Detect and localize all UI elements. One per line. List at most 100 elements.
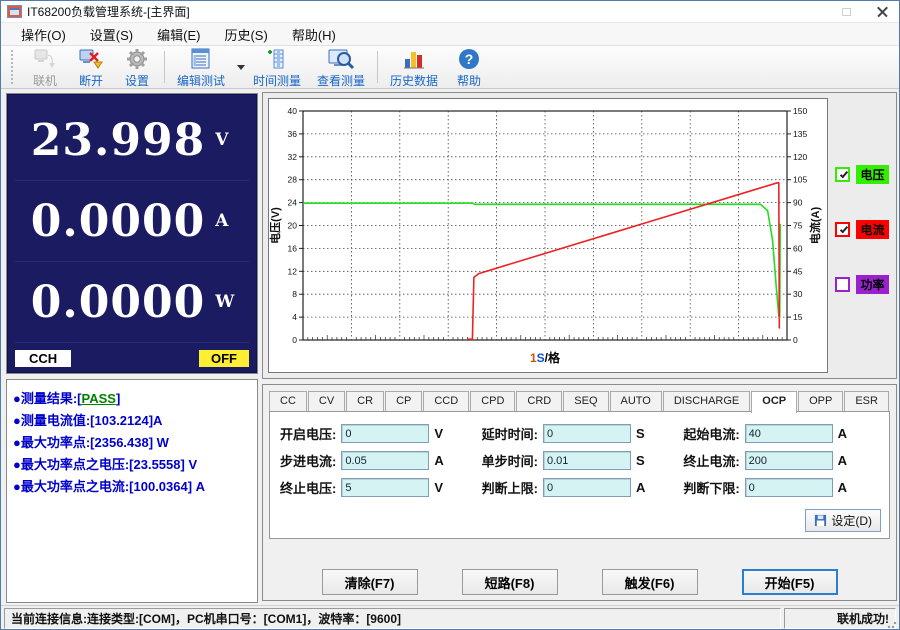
edit-test-icon	[188, 47, 214, 71]
toolbar-label: 编辑测试	[177, 72, 225, 89]
field-input-3[interactable]	[341, 451, 429, 470]
test-settings-panel: CCCVCRCPCCDCPDCRDSEQAUTODISCHARGEOCPOPPE…	[262, 384, 897, 601]
measurement-display: 23.998 V 0.0000 A 0.0000 W CCH OFF	[6, 93, 258, 374]
toolbar-label: 联机	[33, 72, 57, 89]
legend-label: 电压	[856, 165, 888, 184]
tab-opp[interactable]: OPP	[798, 391, 843, 412]
time-measure-icon	[264, 47, 290, 71]
field-input-2[interactable]	[745, 424, 833, 443]
field-label: 终止电流:	[683, 451, 739, 470]
legend-item-2: 功率	[835, 275, 888, 294]
menu-item-0[interactable]: 操作(O)	[9, 23, 78, 46]
output-state-badge: OFF	[199, 350, 249, 367]
toolbar-help-button[interactable]: ?帮助	[446, 46, 492, 88]
field-input-1[interactable]	[543, 424, 631, 443]
legend-checkbox-2[interactable]	[835, 277, 850, 292]
legend-checkbox-1[interactable]	[835, 222, 850, 237]
mode-badge: CCH	[15, 350, 71, 367]
toolbar-time-measure-button[interactable]: 时间测量	[245, 46, 309, 88]
svg-text:150: 150	[793, 106, 807, 116]
tab-crd[interactable]: CRD	[516, 391, 562, 412]
svg-text:4: 4	[292, 312, 297, 322]
help-icon: ?	[457, 47, 481, 71]
svg-text:1S/格: 1S/格	[530, 350, 561, 365]
field-2: 起始电流:A	[683, 424, 879, 443]
connection-status: 当前连接信息:连接类型:[COM]，PC机串口号：[COM1]，波特率：[960…	[4, 608, 781, 629]
svg-text:45: 45	[793, 266, 803, 276]
tab-discharge[interactable]: DISCHARGE	[663, 391, 750, 412]
ocp-tab-content: 开启电压:V延时时间:S起始电流:A步进电流:A单步时间:S终止电流:A终止电压…	[269, 411, 890, 539]
svg-text:105: 105	[793, 175, 807, 185]
field-unit: A	[434, 453, 443, 468]
legend-item-0: 电压	[835, 165, 888, 184]
voltage-value: 23.998	[31, 115, 205, 166]
menu-item-3[interactable]: 历史(S)	[212, 23, 279, 46]
tab-ccd[interactable]: CCD	[423, 391, 469, 412]
tab-esr[interactable]: ESR	[844, 391, 889, 412]
toolbar-separator	[377, 51, 378, 83]
field-5: 终止电流:A	[683, 451, 879, 470]
tab-cp[interactable]: CP	[385, 391, 422, 412]
voltage-unit: V	[215, 130, 233, 150]
title-bar: IT68200负载管理系统-[主界面]	[1, 1, 899, 23]
svg-text:20: 20	[288, 221, 298, 231]
legend-checkbox-0[interactable]	[835, 167, 850, 182]
tab-auto[interactable]: AUTO	[610, 391, 662, 412]
field-input-0[interactable]	[341, 424, 429, 443]
field-input-7[interactable]	[543, 478, 631, 497]
svg-text:15: 15	[793, 312, 803, 322]
toolbar-view-measure-button[interactable]: 查看测量	[309, 46, 373, 88]
toolbar-connect-button[interactable]: 联机	[22, 46, 68, 88]
view-measure-icon	[327, 47, 355, 71]
toolbar-edit-test-button[interactable]: 编辑测试	[169, 46, 233, 88]
chart-plot: 0481216202428323640015304560759010512013…	[268, 98, 828, 373]
chart-panel: 0481216202428323640015304560759010512013…	[262, 92, 897, 379]
field-label: 判断下限:	[683, 478, 739, 497]
restore-button[interactable]	[835, 4, 857, 20]
toolbar-history-button[interactable]: 历史数据	[382, 46, 446, 88]
tab-ocp[interactable]: OCP	[751, 391, 797, 413]
tab-cr[interactable]: CR	[346, 391, 384, 412]
current-row: 0.0000 A	[15, 181, 249, 262]
svg-text:24: 24	[288, 198, 298, 208]
field-3: 步进电流:A	[280, 451, 476, 470]
toolbar-label: 时间测量	[253, 72, 301, 89]
field-input-5[interactable]	[745, 451, 833, 470]
field-input-4[interactable]	[543, 451, 631, 470]
chart-legend: 电压电流功率	[828, 93, 896, 378]
toolbar-gear-button[interactable]: 设置	[114, 46, 160, 88]
action-button-start[interactable]: 开始(F5)	[742, 569, 838, 595]
legend-label: 电流	[856, 220, 888, 239]
field-input-8[interactable]	[745, 478, 833, 497]
link-status: 联机成功!	[784, 608, 896, 629]
chart-svg: 0481216202428323640015304560759010512013…	[269, 99, 827, 372]
menu-item-1[interactable]: 设置(S)	[78, 23, 145, 46]
legend-item-1: 电流	[835, 220, 888, 239]
action-button-short[interactable]: 短路(F8)	[462, 569, 558, 595]
field-input-6[interactable]	[341, 478, 429, 497]
toolbar-disconnect-button[interactable]: 断开	[68, 46, 114, 88]
toolbar: 联机 断开设置编辑测试 时间测量查看测量历史数据?帮助	[1, 46, 899, 89]
field-unit: A	[838, 426, 847, 441]
resize-grip[interactable]	[886, 618, 898, 630]
field-7: 判断上限:A	[482, 478, 678, 497]
toolbar-label: 断开	[79, 72, 103, 89]
disconnect-icon	[78, 47, 104, 71]
close-button[interactable]	[871, 4, 893, 20]
dropdown-caret-icon[interactable]	[237, 65, 245, 70]
set-button[interactable]: 设定(D)	[805, 509, 881, 532]
tab-cpd[interactable]: CPD	[470, 391, 515, 412]
tab-seq[interactable]: SEQ	[563, 391, 608, 412]
action-button-trigger[interactable]: 触发(F6)	[602, 569, 698, 595]
result-line: ●测量结果:[PASS]	[13, 388, 251, 410]
window-title: IT68200负载管理系统-[主界面]	[27, 3, 190, 20]
svg-text:36: 36	[288, 129, 298, 139]
field-label: 延时时间:	[482, 424, 538, 443]
power-value: 0.0000	[31, 277, 205, 328]
action-button-clear[interactable]: 清除(F7)	[322, 569, 418, 595]
svg-text:电流(A): 电流(A)	[808, 207, 822, 245]
menu-item-2[interactable]: 编辑(E)	[145, 23, 212, 46]
tab-cv[interactable]: CV	[308, 391, 345, 412]
menu-item-4[interactable]: 帮助(H)	[280, 23, 348, 46]
tab-cc[interactable]: CC	[269, 391, 307, 412]
